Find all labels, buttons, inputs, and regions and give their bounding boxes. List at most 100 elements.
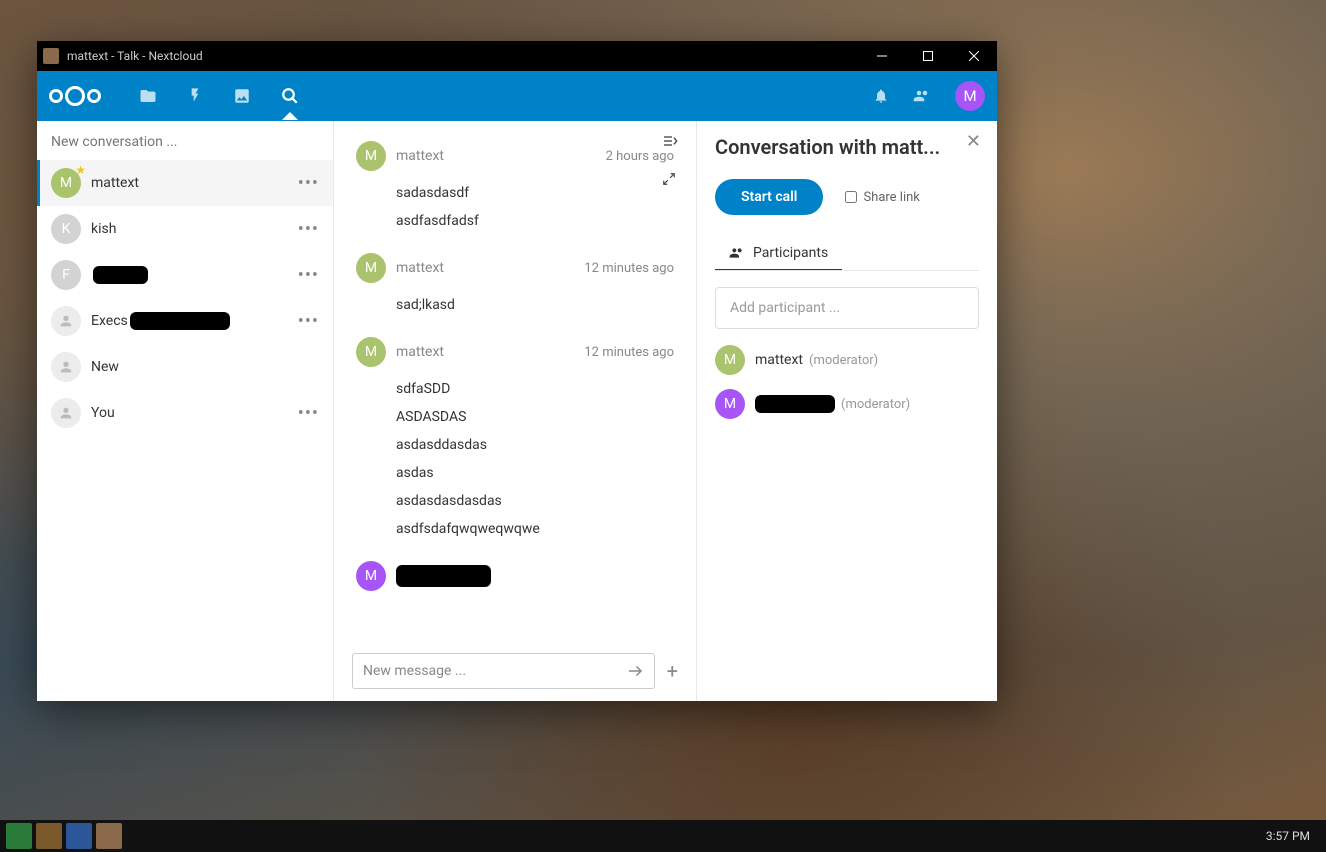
avatar: M [356, 337, 386, 367]
message-text: asdasdasdasdas [396, 487, 674, 515]
message-text: sad;lkasd [396, 291, 674, 319]
titlebar[interactable]: mattext - Talk - Nextcloud [37, 41, 997, 71]
participant-role: (moderator) [809, 353, 878, 368]
conversation-name: mattext [91, 175, 139, 191]
participant-role: (moderator) [841, 397, 910, 412]
message-author: mattext [396, 148, 444, 164]
favorite-star-icon: ★ [75, 163, 86, 177]
tab-participants[interactable]: Participants [715, 237, 842, 270]
conversation-item[interactable]: You ••• [37, 390, 333, 436]
message-author: mattext [396, 260, 444, 276]
conversation-name: Execs [91, 313, 128, 329]
avatar: M★ [51, 168, 81, 198]
message-block: M [356, 561, 674, 591]
message-time: 12 minutes ago [584, 261, 674, 276]
conversation-name: kish [91, 221, 116, 237]
participant-list: Mmattext (moderator) M (moderator) [715, 345, 979, 419]
message-input[interactable]: New message ... [352, 653, 655, 689]
notifications-icon[interactable] [873, 88, 889, 104]
minimize-button[interactable] [859, 41, 905, 71]
conversation-name: You [91, 405, 115, 421]
details-panel: ✕ Conversation with matt... Start call S… [697, 121, 997, 701]
user-avatar[interactable]: M [955, 81, 985, 111]
content: M★mattext•••Kkish•••F•••Execs•••NewYou••… [37, 121, 997, 701]
nextcloud-logo[interactable] [49, 86, 101, 106]
taskbar-nextcloud-icon[interactable] [96, 823, 122, 849]
taskbar[interactable]: 3:57 PM [0, 820, 1326, 852]
conversation-list: M★ mattext ••• Kkish ••• F ••• Execs ••• New You ••… [37, 160, 333, 701]
more-options-icon[interactable]: ••• [298, 219, 319, 240]
avatar [51, 398, 81, 428]
files-icon[interactable] [139, 87, 157, 105]
send-icon[interactable] [626, 662, 644, 680]
conversation-title: Conversation with matt... [715, 135, 979, 159]
avatar: F [51, 260, 81, 290]
participant-item[interactable]: Mmattext (moderator) [715, 345, 979, 375]
taskbar-app-1[interactable] [6, 823, 32, 849]
taskbar-app-2[interactable] [36, 823, 62, 849]
contacts-icon[interactable] [913, 87, 931, 105]
app-window: mattext - Talk - Nextcloud M M★mattext••… [37, 41, 997, 701]
message-text: asdasddasdas [396, 431, 674, 459]
avatar [51, 306, 81, 336]
conversation-sidebar: M★ mattext ••• Kkish ••• F ••• Execs ••• New You ••… [37, 121, 334, 701]
chat-panel: Mmattext2 hours agosadasdasdfasdfasdfads… [334, 121, 697, 701]
close-panel-icon[interactable]: ✕ [966, 131, 981, 152]
avatar [51, 352, 81, 382]
avatar: M [715, 389, 745, 419]
avatar: K [51, 214, 81, 244]
activity-icon[interactable] [187, 87, 203, 105]
add-participant-input[interactable]: Add participant ... [715, 287, 979, 329]
message-author: mattext [396, 344, 444, 360]
close-button[interactable] [951, 41, 997, 71]
conversation-item[interactable]: Kkish ••• [37, 206, 333, 252]
message-text: asdas [396, 459, 674, 487]
avatar: M [356, 561, 386, 591]
message-block: Mmattext 12 minutes ago sad;lkasd [356, 253, 674, 319]
new-conversation-input[interactable] [51, 134, 319, 150]
message-text: ASDASDAS [396, 403, 674, 431]
conversation-item[interactable]: M★ mattext ••• [37, 160, 333, 206]
more-options-icon[interactable]: ••• [298, 173, 319, 194]
more-options-icon[interactable]: ••• [298, 311, 319, 332]
fullscreen-icon[interactable] [662, 171, 678, 190]
message-time: 12 minutes ago [584, 345, 674, 360]
redacted-text [93, 266, 148, 284]
redacted-text [396, 565, 491, 587]
message-block: Mmattext2 hours agosadasdasdfasdfasdfads… [356, 141, 674, 235]
conversation-item[interactable]: Execs ••• [37, 298, 333, 344]
message-list: Mmattext2 hours agosadasdasdfasdfasdfads… [334, 121, 696, 641]
avatar: M [715, 345, 745, 375]
menu-toggle-icon[interactable] [662, 133, 678, 153]
more-options-icon[interactable]: ••• [298, 403, 319, 424]
conversation-item[interactable]: New [37, 344, 333, 390]
start-call-button[interactable]: Start call [715, 179, 823, 215]
message-text: asdfsdafqwqweqwqwe [396, 515, 674, 543]
message-text: sadasdasdf [396, 179, 674, 207]
avatar: M [356, 253, 386, 283]
redacted-text [130, 312, 230, 330]
participant-name: mattext [755, 352, 803, 368]
app-icon [43, 48, 59, 64]
search-icon[interactable] [281, 87, 299, 105]
app-header: M [37, 71, 997, 121]
share-link-checkbox[interactable]: Share link [845, 190, 919, 205]
gallery-icon[interactable] [233, 87, 251, 105]
message-text: sdfaSDD [396, 375, 674, 403]
avatar: M [356, 141, 386, 171]
message-placeholder: New message ... [363, 663, 466, 679]
taskbar-word-icon[interactable] [66, 823, 92, 849]
redacted-text [755, 395, 835, 413]
participants-icon [729, 245, 745, 261]
add-attachment-icon[interactable]: + [667, 659, 678, 683]
message-text: asdfasdfadsf [396, 207, 674, 235]
window-title: mattext - Talk - Nextcloud [67, 49, 203, 63]
taskbar-clock[interactable]: 3:57 PM [1266, 829, 1320, 843]
more-options-icon[interactable]: ••• [298, 265, 319, 286]
message-block: Mmattext12 minutes agosdfaSDDASDASDASasd… [356, 337, 674, 543]
conversation-item[interactable]: F ••• [37, 252, 333, 298]
participant-item[interactable]: M (moderator) [715, 389, 979, 419]
compose-row: New message ... + [334, 641, 696, 701]
maximize-button[interactable] [905, 41, 951, 71]
conversation-name: New [91, 359, 119, 375]
